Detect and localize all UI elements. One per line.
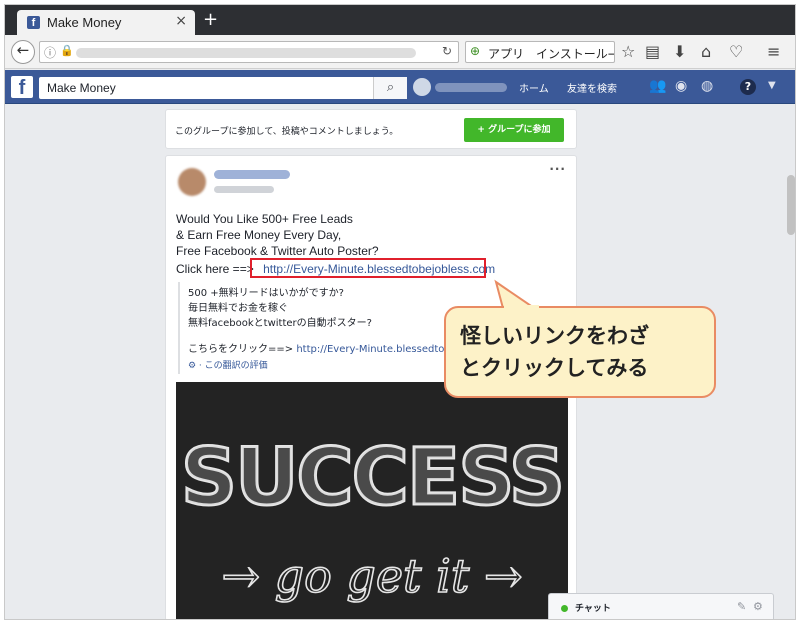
chat-label: チャット	[575, 604, 611, 614]
post-options-icon[interactable]: ···	[549, 162, 566, 176]
translation-link[interactable]: http://Every-Minute.blessedtobe	[296, 344, 457, 355]
info-icon[interactable]: ⓘ	[44, 44, 56, 61]
download-icon[interactable]: ⬇	[673, 42, 686, 61]
post-image[interactable]: SUCCESS SUCCESS → go get it →	[176, 382, 568, 619]
nav-find-friends-link[interactable]: 友達を検索	[567, 80, 617, 95]
join-group-panel: このグループに参加して、投稿やコメントしましょう。 + グループに参加	[165, 109, 577, 149]
callout-line: とクリックしてみる	[460, 356, 649, 380]
nav-home-link[interactable]: ホーム	[519, 80, 549, 95]
translation-line: 毎日無料でお金を稼ぐ	[188, 303, 288, 314]
tab-title: Make Money	[47, 15, 122, 30]
account-menu-icon[interactable]: ▼	[768, 80, 776, 91]
translation-link-prefix: こちらをクリック==>	[188, 344, 294, 355]
callout-text: 怪しいリンクをわざ とクリックしてみる	[460, 320, 706, 384]
blurred-timestamp	[214, 186, 274, 193]
post-text-line: & Earn Free Money Every Day,	[176, 228, 342, 242]
annotation-callout: 怪しいリンクをわざ とクリックしてみる	[444, 306, 716, 398]
tab-make-money[interactable]: f Make Money ×	[17, 10, 195, 35]
search-engine-icon: ⊕	[470, 44, 481, 58]
rating-label: この翻訳の評価	[204, 361, 268, 371]
pocket-icon[interactable]: ♡	[729, 42, 743, 61]
tab-strip: f Make Money × +	[5, 5, 795, 35]
messages-icon[interactable]: ◉	[675, 78, 687, 94]
blurred-profile-name	[435, 83, 507, 92]
bookmark-star-icon[interactable]: ☆	[621, 42, 635, 61]
search-text: アプリ インストール→	[488, 47, 615, 61]
author-avatar[interactable]	[178, 168, 206, 196]
navigation-bar: ← ⓘ 🔒 ↻ ⊕ アプリ インストール→ ☆ ▤ ⬇ ⌂ ♡ ≡	[5, 35, 795, 69]
blurred-author-name[interactable]	[214, 170, 290, 179]
reload-icon[interactable]: ↻	[442, 44, 452, 58]
blurred-url	[76, 48, 416, 58]
chat-settings-icon[interactable]: ⚙	[753, 600, 763, 613]
rate-translation-link[interactable]: ⚙ · この翻訳の評価	[188, 358, 268, 371]
lock-icon: 🔒	[60, 44, 74, 57]
facebook-favicon-icon: f	[27, 16, 40, 29]
post-text-line: Would You Like 500+ Free Leads	[176, 212, 353, 226]
image-text-success-fill: SUCCESS	[181, 433, 563, 523]
chalkboard-image: SUCCESS SUCCESS → go get it →	[176, 382, 568, 619]
chat-bar[interactable]: チャット ✎ ⚙	[548, 593, 774, 619]
close-tab-icon[interactable]: ×	[175, 13, 187, 29]
back-icon[interactable]: ←	[11, 40, 35, 64]
help-icon[interactable]: ?	[740, 79, 756, 95]
translation-line: 500 +無料リードはいかがですか?	[188, 288, 344, 299]
reading-list-icon[interactable]: ▤	[645, 42, 660, 61]
address-bar[interactable]: ⓘ 🔒 ↻	[39, 41, 459, 63]
image-text-go-get-it: → go get it →	[221, 549, 522, 603]
gear-icon: ⚙ ·	[188, 361, 205, 371]
friend-requests-icon[interactable]: 👥	[649, 78, 666, 94]
join-prompt: このグループに参加して、投稿やコメントしましょう。	[175, 127, 399, 137]
search-icon[interactable]: ⌕	[373, 77, 407, 99]
notifications-globe-icon[interactable]: ◍	[701, 78, 713, 94]
menu-icon[interactable]: ≡	[767, 42, 780, 61]
link-highlight-box	[250, 258, 486, 278]
online-status-icon	[561, 605, 568, 612]
translation-line: 無料facebookとtwitterの自動ポスター?	[188, 318, 372, 329]
new-message-icon[interactable]: ✎	[737, 600, 746, 613]
profile-avatar[interactable]	[413, 78, 431, 96]
facebook-search-input[interactable]: Make Money ⌕	[39, 77, 407, 99]
post-text-line: Free Facebook & Twitter Auto Poster?	[176, 244, 379, 258]
facebook-logo-icon[interactable]: f	[11, 76, 33, 98]
translation-link-line: こちらをクリック==> http://Every-Minute.blessedt…	[188, 340, 457, 355]
search-bar[interactable]: ⊕ アプリ インストール→	[465, 41, 615, 63]
page-scrollbar[interactable]	[787, 175, 795, 235]
join-group-button[interactable]: + グループに参加	[464, 118, 564, 142]
click-prefix: Click here ==>	[176, 262, 254, 276]
facebook-header: f Make Money ⌕ ホーム 友達を検索 👥 ◉ ◍ ? ▼	[5, 70, 795, 104]
callout-line: 怪しいリンクをわざ	[460, 324, 649, 348]
new-tab-button[interactable]: +	[203, 9, 218, 30]
search-value: Make Money	[47, 81, 116, 95]
home-icon[interactable]: ⌂	[701, 42, 711, 61]
